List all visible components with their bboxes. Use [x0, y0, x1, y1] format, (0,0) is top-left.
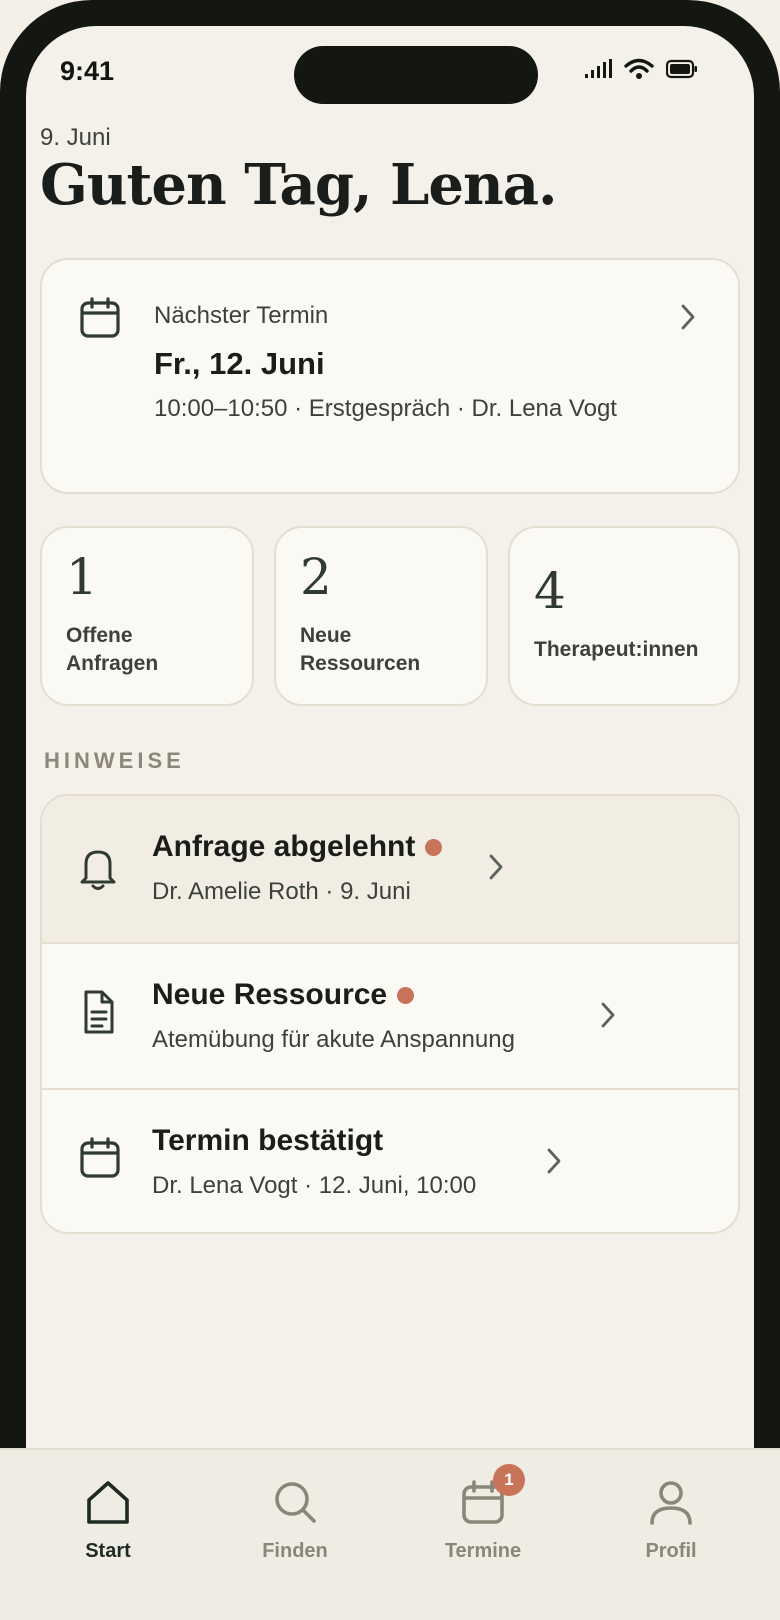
tab-label: Finden [262, 1540, 328, 1562]
unread-dot [397, 986, 415, 1004]
status-time: 9:41 [60, 56, 115, 86]
dynamic-island [294, 46, 538, 104]
next-appointment-label: Nächster Termin [154, 302, 329, 329]
stat-card-therapists[interactable]: 4 Therapeut:innen [508, 526, 740, 706]
chevron-right-icon [489, 854, 503, 880]
chevron-right-icon [547, 1148, 561, 1174]
notice-subtitle: Dr. Amelie Roth · 9. Juni [152, 878, 411, 905]
next-appointment-date: Fr., 12. Juni [154, 346, 325, 381]
stat-card-open-requests[interactable]: 1 Offene Anfragen [40, 526, 254, 706]
stat-label: Offene Anfragen [66, 624, 159, 675]
wifi-icon [624, 58, 654, 79]
stat-card-new-resources[interactable]: 2 Neue Ressourcen [274, 526, 488, 706]
search-icon [275, 1482, 316, 1523]
notice-title-text: Termin bestätigt [152, 1124, 384, 1157]
notice-title-text: Anfrage abgelehnt [152, 830, 416, 863]
document-icon [84, 990, 114, 1034]
tab-start[interactable]: Start [33, 1478, 183, 1563]
notification-badge: 1 [493, 1464, 525, 1496]
notice-item-appointment-confirmed[interactable]: Termin bestätigt Dr. Lena Vogt · 12. Jun… [42, 1088, 738, 1232]
calendar-icon [80, 297, 120, 338]
stat-label: Neue Ressourcen [300, 624, 421, 675]
notice-title: Neue Ressource [152, 978, 415, 1012]
notices-heading: HINWEISE [44, 748, 185, 773]
notice-title-text: Neue Ressource [152, 978, 388, 1011]
notice-item-request-declined[interactable]: Anfrage abgelehnt Dr. Amelie Roth · 9. J… [42, 796, 738, 942]
unread-dot [425, 838, 443, 856]
stat-label: Therapeut:innen [534, 638, 699, 661]
stat-value: 1 [66, 548, 98, 606]
next-appointment-detail: 10:00–10:50 · Erstgespräch · Dr. Lena Vo… [154, 395, 617, 422]
notice-title: Anfrage abgelehnt [152, 830, 443, 864]
tab-finden[interactable]: Finden [220, 1478, 370, 1563]
chevron-right-icon [681, 304, 695, 330]
chevron-right-icon [601, 1002, 615, 1028]
battery-icon [666, 59, 697, 79]
tab-termine[interactable]: 1 Termine [408, 1464, 558, 1563]
calendar-icon [80, 1137, 120, 1178]
person-icon [650, 1481, 692, 1525]
notice-subtitle: Dr. Lena Vogt · 12. Juni, 10:00 [152, 1172, 477, 1199]
stat-value: 4 [534, 562, 566, 620]
tab-bar: Start Finden 1 Termine Profil [0, 1448, 780, 1620]
current-date: 9. Juni [40, 124, 111, 151]
tab-label: Profil [645, 1540, 697, 1562]
home-icon [87, 1481, 129, 1524]
notice-item-new-resource[interactable]: Neue Ressource Atemübung für akute Anspa… [42, 942, 738, 1088]
tab-label: Start [85, 1540, 131, 1562]
stat-value: 2 [300, 548, 332, 606]
notices-list: Anfrage abgelehnt Dr. Amelie Roth · 9. J… [40, 794, 740, 1234]
tab-icon-wrapper: 1 [459, 1464, 525, 1526]
page-title: Guten Tag, Lena. [40, 152, 557, 218]
notice-subtitle: Atemübung für akute Anspannung [152, 1026, 515, 1053]
tab-label: Termine [444, 1540, 522, 1562]
status-icons [584, 58, 698, 80]
next-appointment-card[interactable]: Nächster Termin Fr., 12. Juni 10:00–10:5… [40, 258, 740, 494]
bell-icon [80, 850, 116, 890]
cellular-signal-icon [585, 59, 612, 78]
tab-profil[interactable]: Profil [596, 1478, 746, 1563]
notice-title: Termin bestätigt [152, 1124, 383, 1158]
